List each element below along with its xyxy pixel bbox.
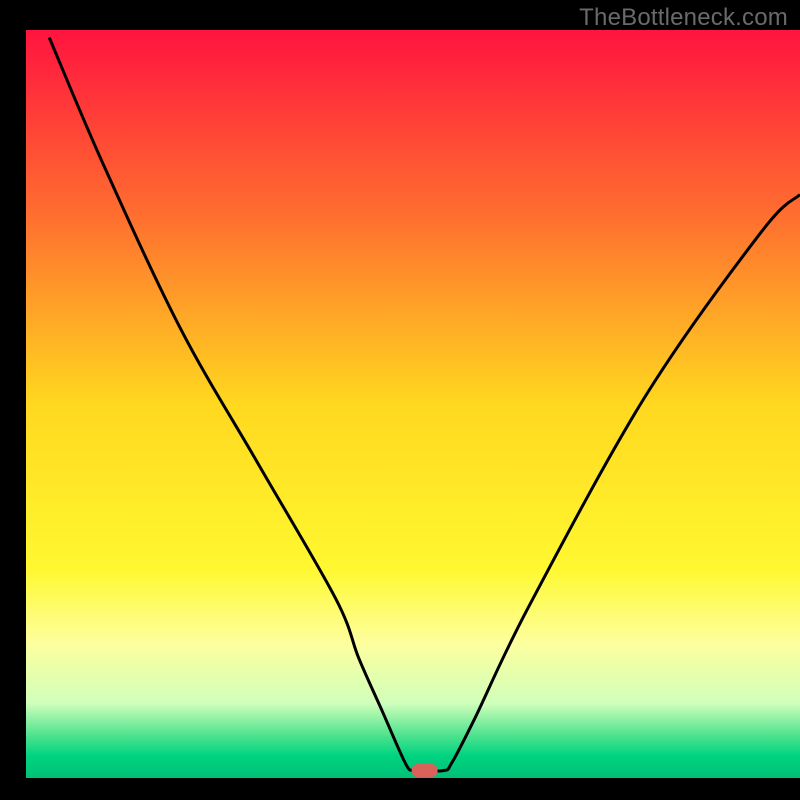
plot-background [26, 30, 800, 778]
bottleneck-chart [0, 0, 800, 800]
chart-container: TheBottleneck.com [0, 0, 800, 800]
watermark-label: TheBottleneck.com [579, 4, 788, 32]
optimal-marker [412, 764, 438, 777]
